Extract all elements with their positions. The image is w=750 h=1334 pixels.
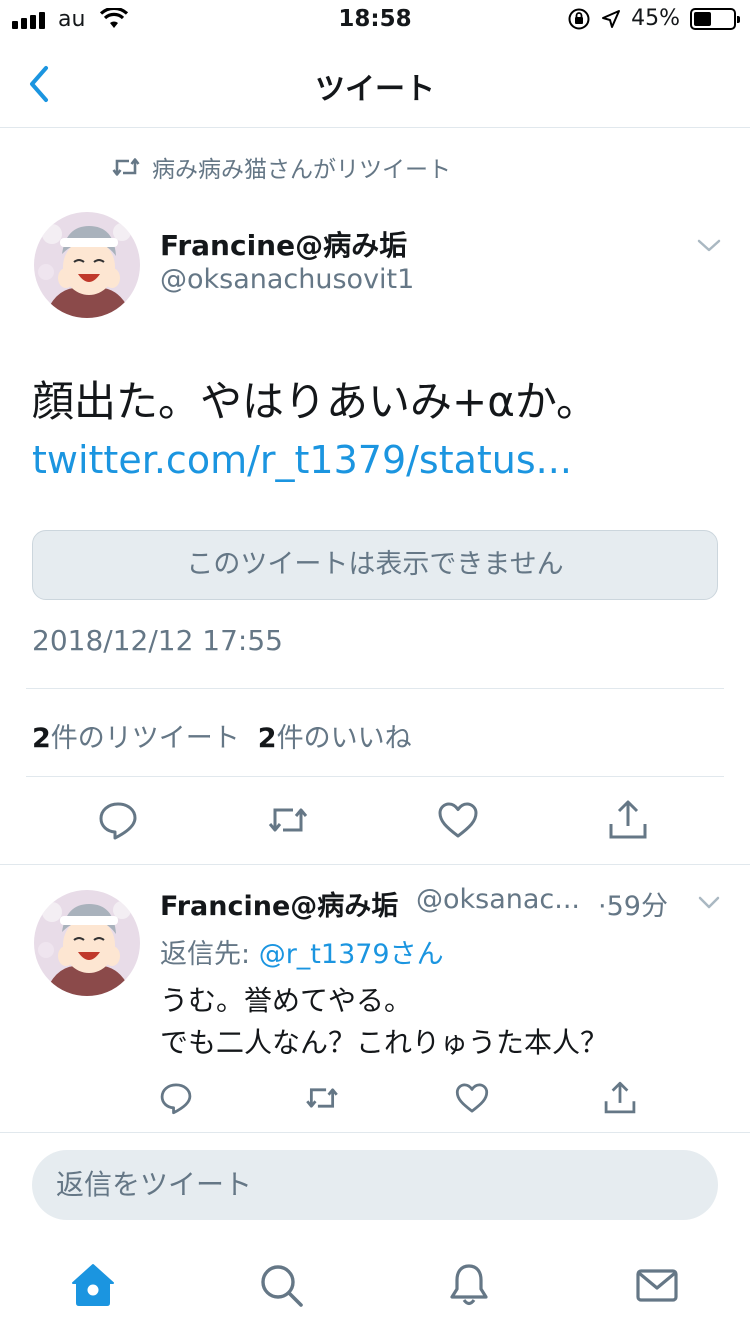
- quoted-tweet-unavailable: このツイートは表示できません: [32, 530, 718, 600]
- retweet-icon: [112, 158, 140, 176]
- retweet-context[interactable]: 病み病み猫さんがリツイート: [112, 150, 451, 184]
- battery-icon: [690, 7, 740, 30]
- battery-level: [694, 11, 712, 26]
- home-icon[interactable]: [70, 1262, 116, 1308]
- divider: [0, 864, 750, 865]
- share-icon[interactable]: [602, 1080, 638, 1116]
- like-stat-label: 件のいいね: [276, 723, 412, 754]
- share-icon[interactable]: [606, 798, 650, 842]
- reply-text-line: うむ。誉めてやる。: [160, 984, 413, 1017]
- search-icon[interactable]: [258, 1262, 304, 1308]
- avatar-image: [34, 212, 140, 318]
- reply-text-line: でも二人なん？これりゅうた本人？: [160, 1026, 609, 1059]
- reply-icon[interactable]: [158, 1080, 194, 1116]
- reply-icon[interactable]: [96, 798, 140, 842]
- reply-author-name[interactable]: Francine@病み垢: [160, 884, 398, 923]
- tweet-text: 顔出た。やはりあいみ+αか。: [32, 377, 599, 426]
- author-handle[interactable]: @oksanachusovit1: [160, 264, 414, 295]
- retweet-context-label: 病み病み猫さんがリツイート: [152, 157, 451, 183]
- messages-envelope-icon[interactable]: [634, 1262, 680, 1308]
- avatar[interactable]: [34, 212, 140, 318]
- location-icon: [602, 9, 621, 28]
- retweet-count: 2: [32, 723, 51, 754]
- navigation-bar: ツイート: [0, 40, 750, 128]
- notifications-bell-icon[interactable]: [446, 1262, 492, 1308]
- avatar-image: [34, 890, 140, 996]
- reply-text: うむ。誉めてやる。 でも二人なん？これりゅうた本人？: [160, 980, 608, 1064]
- divider: [26, 688, 724, 689]
- battery-percent: 45%: [631, 6, 680, 31]
- tab-bar: [0, 1240, 750, 1334]
- reply-to-line: 返信先: @r_t1379さん: [160, 932, 444, 971]
- like-stat[interactable]: 2件のいいね: [258, 716, 412, 755]
- chevron-down-icon[interactable]: [698, 896, 720, 910]
- retweet-stat[interactable]: 2件のリツイート: [32, 716, 240, 755]
- reply-author-handle[interactable]: @oksanac...: [416, 884, 580, 915]
- retweet-stat-label: 件のリツイート: [50, 723, 240, 754]
- heart-icon[interactable]: [436, 798, 480, 842]
- reply-time: ·59分: [598, 891, 668, 922]
- page-title: ツイート: [315, 72, 435, 107]
- retweet-icon[interactable]: [266, 798, 310, 842]
- reply-composer-input[interactable]: 返信をツイート: [32, 1150, 718, 1220]
- reply-to-handle[interactable]: @r_t1379さん: [259, 939, 444, 970]
- heart-icon[interactable]: [454, 1080, 490, 1116]
- tweet-action-bar: [0, 798, 750, 844]
- status-bar: au 18:58 45%: [0, 0, 750, 40]
- reply-to-label: 返信先:: [160, 939, 251, 970]
- divider: [0, 1132, 750, 1133]
- reply-avatar[interactable]: [34, 890, 140, 996]
- author-name[interactable]: Francine@病み垢: [160, 224, 407, 264]
- like-count: 2: [257, 723, 277, 754]
- reply-action-bar: [0, 1080, 750, 1116]
- retweet-icon[interactable]: [304, 1080, 340, 1116]
- divider: [26, 776, 724, 777]
- tweet-link[interactable]: twitter.com/r_t1379/status...: [32, 438, 572, 482]
- tweet-stats: 2件のリツイート 2件のいいね: [32, 716, 412, 755]
- orientation-lock-icon: [568, 8, 590, 29]
- chevron-down-icon[interactable]: [696, 238, 722, 254]
- tweet-timestamp: 2018/12/12 17:55: [32, 624, 283, 657]
